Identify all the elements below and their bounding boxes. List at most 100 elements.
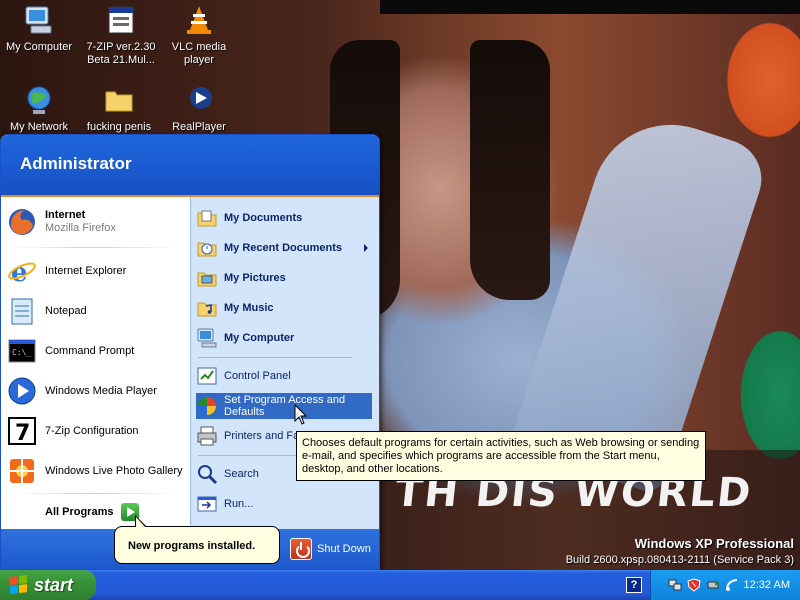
os-watermark: Windows XP Professional Build 2600.xpsp.…	[566, 536, 794, 566]
place-label: My Computer	[224, 332, 295, 344]
desktop-icon-my-network[interactable]: My Network	[0, 84, 78, 134]
all-programs-button[interactable]: All Programs	[45, 500, 165, 524]
network-status-icon[interactable]	[668, 578, 682, 592]
start-button[interactable]: start	[0, 570, 96, 600]
svg-text:e: e	[11, 258, 28, 287]
program-title: Windows Media Player	[45, 384, 157, 397]
search-icon	[198, 465, 218, 485]
program-title: Internet	[45, 209, 86, 221]
start-label: start	[34, 574, 74, 595]
program-title: Internet Explorer	[45, 264, 127, 277]
desktop-icon-label: My Network	[9, 121, 69, 133]
desktop-icon-label: RealPlayer	[172, 121, 226, 133]
desktop-icon-7zip-installer[interactable]: 7-ZIP ver.2.30 Beta 21.Mul...	[82, 4, 160, 67]
program-title: 7-Zip Configuration	[45, 424, 139, 437]
taskbar: start 12:32 AM	[0, 570, 800, 600]
start-menu-user-header: Administrator	[1, 135, 379, 197]
connection-icon[interactable]	[725, 578, 739, 592]
program-title: Windows Live Photo Gallery	[45, 464, 183, 477]
help-icon[interactable]: ?	[626, 577, 642, 593]
place-my-pictures[interactable]: My Pictures	[196, 265, 372, 291]
system-tray: 12:32 AM	[650, 570, 800, 600]
vlc-cone-icon	[187, 6, 211, 34]
balloon-text: New programs installed.	[128, 540, 256, 552]
security-shield-icon[interactable]	[686, 578, 701, 592]
program-title: Command Prompt	[45, 344, 135, 357]
folder-icon	[105, 91, 133, 112]
separator	[10, 493, 178, 494]
tool-label: Run...	[224, 498, 254, 510]
run-icon	[197, 496, 217, 512]
network-places-icon	[27, 86, 51, 114]
program-command-prompt[interactable]: C:\_ Command Prompt	[6, 333, 186, 369]
notepad-icon	[11, 298, 33, 325]
desktop-icon-my-computer[interactable]: My Computer	[0, 4, 78, 54]
my-music-icon	[197, 302, 217, 317]
shut-down-button[interactable]: Shut Down	[290, 536, 371, 562]
media-player-icon	[8, 377, 36, 405]
setting-set-program-access[interactable]: Set Program Access and Defaults	[196, 393, 372, 419]
item-tooltip: Chooses default programs for certain act…	[296, 431, 706, 481]
separator	[10, 247, 178, 248]
mouse-cursor-icon	[294, 404, 308, 425]
wallpaper-top-band	[380, 0, 800, 14]
desktop-icon-vlc[interactable]: VLC media player	[160, 4, 238, 67]
svg-text:C:\_: C:\_	[12, 348, 31, 357]
wallpaper-shape	[470, 40, 550, 300]
firefox-icon	[9, 209, 35, 235]
recent-documents-icon	[197, 242, 217, 257]
clock[interactable]: 12:32 AM	[744, 579, 790, 591]
user-name: Administrator	[20, 154, 132, 173]
command-prompt-icon: C:\_	[8, 339, 36, 363]
safely-remove-icon[interactable]	[706, 578, 720, 592]
setting-label: Control Panel	[224, 370, 291, 382]
all-programs-label: All Programs	[45, 506, 114, 518]
realplayer-icon	[190, 87, 212, 109]
windows-flag-icon	[10, 575, 28, 595]
installer-icon	[108, 6, 134, 34]
program-windows-media-player[interactable]: Windows Media Player	[6, 373, 186, 409]
os-name: Windows XP Professional	[634, 536, 794, 551]
tool-run[interactable]: Run...	[196, 491, 372, 517]
program-access-icon	[198, 397, 216, 415]
desktop-icon-realplayer[interactable]: RealPlayer	[160, 84, 238, 134]
place-my-music[interactable]: My Music	[196, 295, 372, 321]
control-panel-icon	[197, 367, 217, 385]
desktop-icon-folder[interactable]: fucking penis	[80, 84, 158, 134]
place-label: My Recent Documents	[224, 242, 342, 254]
place-my-documents[interactable]: My Documents	[196, 205, 372, 231]
new-programs-balloon[interactable]: New programs installed.	[114, 515, 280, 564]
place-label: My Pictures	[224, 272, 286, 284]
place-label: My Documents	[224, 212, 303, 224]
desktop-icon-label: fucking penis	[86, 121, 152, 133]
power-icon	[290, 538, 312, 560]
shut-down-label: Shut Down	[317, 543, 371, 555]
printers-icon	[197, 426, 217, 446]
separator	[198, 357, 352, 358]
place-my-computer[interactable]: My Computer	[196, 325, 372, 351]
program-internet-explorer[interactable]: e Internet Explorer	[6, 253, 186, 289]
seven-zip-icon: 7	[8, 417, 36, 446]
program-7zip-configuration[interactable]: 7 7-Zip Configuration	[6, 413, 186, 449]
my-pictures-icon	[197, 272, 217, 287]
photo-gallery-icon	[10, 459, 34, 483]
program-notepad[interactable]: Notepad	[6, 293, 186, 329]
place-my-recent-documents[interactable]: My Recent Documents	[196, 235, 372, 261]
tooltip-text: Chooses default programs for certain act…	[302, 437, 700, 475]
tool-label: Search	[224, 468, 259, 480]
svg-text:7: 7	[15, 421, 30, 446]
desktop-icon-label: 7-ZIP ver.2.30 Beta 21.Mul...	[86, 41, 156, 66]
my-computer-icon	[197, 328, 217, 348]
os-build: Build 2600.xpsp.080413-2111 (Service Pac…	[565, 554, 794, 566]
setting-control-panel[interactable]: Control Panel	[196, 363, 372, 389]
program-windows-live-photo-gallery[interactable]: Windows Live Photo Gallery	[6, 453, 186, 489]
program-title: Notepad	[45, 304, 87, 317]
place-label: My Music	[224, 302, 274, 314]
setting-label: Printers and Fa	[224, 430, 300, 442]
my-documents-icon	[197, 210, 217, 227]
internet-explorer-icon: e	[8, 258, 36, 287]
program-internet-firefox[interactable]: Internet Mozilla Firefox	[6, 204, 186, 240]
program-subtitle: Mozilla Firefox	[45, 222, 116, 234]
desktop-icon-label: My Computer	[5, 41, 73, 53]
desktop-icon-label: VLC media player	[171, 41, 227, 66]
